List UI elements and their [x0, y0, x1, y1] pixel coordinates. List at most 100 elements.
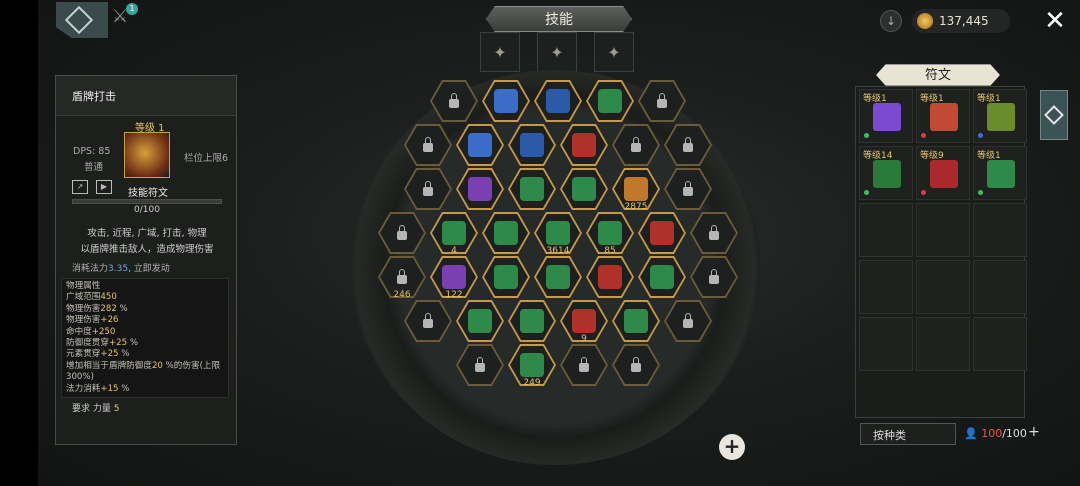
dps-value: DPS: 85 — [73, 146, 111, 157]
rune-gem-icon — [468, 133, 492, 157]
download-icon[interactable]: ↓ — [880, 10, 902, 32]
stat-value: +26 — [100, 315, 119, 326]
slot-inner — [536, 258, 580, 296]
skill-tags: 攻击, 近程, 广域, 打击, 物理 以盾牌推击敌人，造成物理伤害 — [64, 226, 230, 258]
rune-slot[interactable] — [973, 317, 1027, 371]
slot-inner — [562, 346, 606, 384]
slot-inner — [406, 126, 450, 164]
slot-inner — [458, 126, 502, 164]
class-emblem-button[interactable] — [56, 2, 108, 38]
slot-count-label: 3614 — [546, 246, 570, 256]
slot-inner — [484, 214, 528, 252]
stat-value: +25 — [100, 349, 119, 360]
rune-slot[interactable]: 等级1 — [973, 146, 1027, 200]
rune-slot[interactable]: 等级1 — [973, 89, 1027, 143]
slot-inner — [588, 258, 632, 296]
rune-slot[interactable] — [973, 260, 1027, 314]
rune-gem-icon — [598, 265, 622, 289]
rune-gem-icon — [650, 221, 674, 245]
rune-slot[interactable]: 等级9 — [916, 146, 970, 200]
stat-row: 防御度贯穿+25 % — [66, 338, 224, 349]
lock-icon — [657, 93, 667, 108]
req-label: 要求 力量 — [72, 404, 111, 414]
rune-gem-icon — [494, 89, 518, 113]
play-preview-icon[interactable]: ▶ — [96, 180, 112, 194]
lock-icon — [683, 181, 693, 196]
gold-counter: 137,445 — [912, 9, 1010, 33]
close-button[interactable]: ✕ — [1040, 6, 1070, 36]
rune-slot[interactable] — [859, 203, 913, 257]
stat-unit: % — [118, 383, 130, 394]
skill-board: 2875 4 3614 85 246 122 9 249 — [340, 60, 780, 470]
shield-bash-skill-icon[interactable] — [124, 132, 170, 178]
rune-gem-icon — [494, 265, 518, 289]
rune-gem-icon — [572, 309, 596, 333]
rune-gem-icon — [624, 177, 648, 201]
rune-slot[interactable] — [973, 203, 1027, 257]
stat-unit: % — [127, 338, 139, 349]
slot-count-label: 249 — [523, 378, 541, 388]
stat-label: 物理伤害 — [66, 303, 101, 314]
rune-slot[interactable] — [859, 317, 913, 371]
stat-unit: % — [118, 349, 130, 360]
rune-gem-icon — [546, 89, 570, 113]
rune-slot[interactable] — [916, 260, 970, 314]
rune-type-dot — [978, 190, 983, 195]
skill-tag-list: 攻击, 近程, 广域, 打击, 物理 — [87, 228, 207, 239]
lock-icon — [423, 137, 433, 152]
slot-inner — [510, 126, 554, 164]
rune-slot[interactable]: 等级1 — [859, 89, 913, 143]
rune-capacity: 👤 100/100 — [964, 427, 1027, 440]
notification-badge: 1 — [126, 3, 138, 15]
slot-inner — [536, 82, 580, 120]
share-icon[interactable]: ↗ — [72, 180, 88, 194]
stat-value: +250 — [91, 326, 116, 337]
gold-coin-icon — [917, 13, 933, 29]
rune-gem-icon — [546, 221, 570, 245]
slot-inner — [484, 82, 528, 120]
stat-row: 元素贯穿+25 % — [66, 349, 224, 360]
lock-icon — [683, 313, 693, 328]
stat-row: 物理伤害+26 — [66, 315, 224, 326]
lock-icon — [397, 225, 407, 240]
rune-slot[interactable] — [916, 317, 970, 371]
rune-type-dot — [978, 133, 983, 138]
rune-slot[interactable] — [859, 260, 913, 314]
rune-slot[interactable] — [916, 203, 970, 257]
slot-inner — [614, 302, 658, 340]
slot-inner — [458, 346, 502, 384]
rune-gem-icon — [468, 309, 492, 333]
runes-panel: 等级1 等级1 等级1 等级14 等级9 等级1 — [855, 86, 1027, 418]
slot-count-label: 4 — [451, 246, 457, 256]
slot-count-label: 9 — [581, 334, 587, 344]
req-value: 5 — [113, 404, 120, 414]
sort-button[interactable]: 按种类 — [860, 423, 956, 445]
skill-detail-panel: 盾牌打击 等级 1 DPS: 85 普通 栏位上限6 ↗ ▶ 技能符文 0/10… — [55, 75, 237, 445]
slot-inner — [380, 214, 424, 252]
slot-inner — [510, 302, 554, 340]
skill-rarity: 普通 — [84, 162, 104, 173]
cost-prefix: 消耗法力 — [72, 264, 109, 274]
stat-unit: % — [116, 303, 128, 314]
mana-cost: 消耗法力3.35, 立即发动 — [72, 261, 170, 274]
left-black-bar — [0, 0, 38, 486]
rune-side-tab[interactable] — [1040, 90, 1068, 140]
rune-gem-icon — [598, 89, 622, 113]
rune-icon — [987, 160, 1015, 188]
rune-gem-icon — [520, 309, 544, 333]
rune-gem-icon — [494, 221, 518, 245]
stat-value: +25 — [108, 338, 128, 349]
lock-icon — [423, 313, 433, 328]
slot-inner — [614, 346, 658, 384]
slot-inner — [458, 302, 502, 340]
rune-type-dot — [864, 190, 869, 195]
slot-inner — [406, 302, 450, 340]
rune-slot[interactable]: 等级1 — [916, 89, 970, 143]
add-button[interactable]: + — [719, 434, 745, 460]
stat-value: 20 — [151, 360, 163, 371]
rune-slot[interactable]: 等级14 — [859, 146, 913, 200]
rune-icon — [987, 103, 1015, 131]
skill-description: 以盾牌推击敌人，造成物理伤害 — [80, 244, 214, 255]
capacity-plus-button[interactable]: + — [1028, 424, 1040, 440]
stat-list: 物理属性 广域范围450 物理伤害282 % 物理伤害+26 命中度+250 防御度贯穿… — [61, 278, 229, 398]
